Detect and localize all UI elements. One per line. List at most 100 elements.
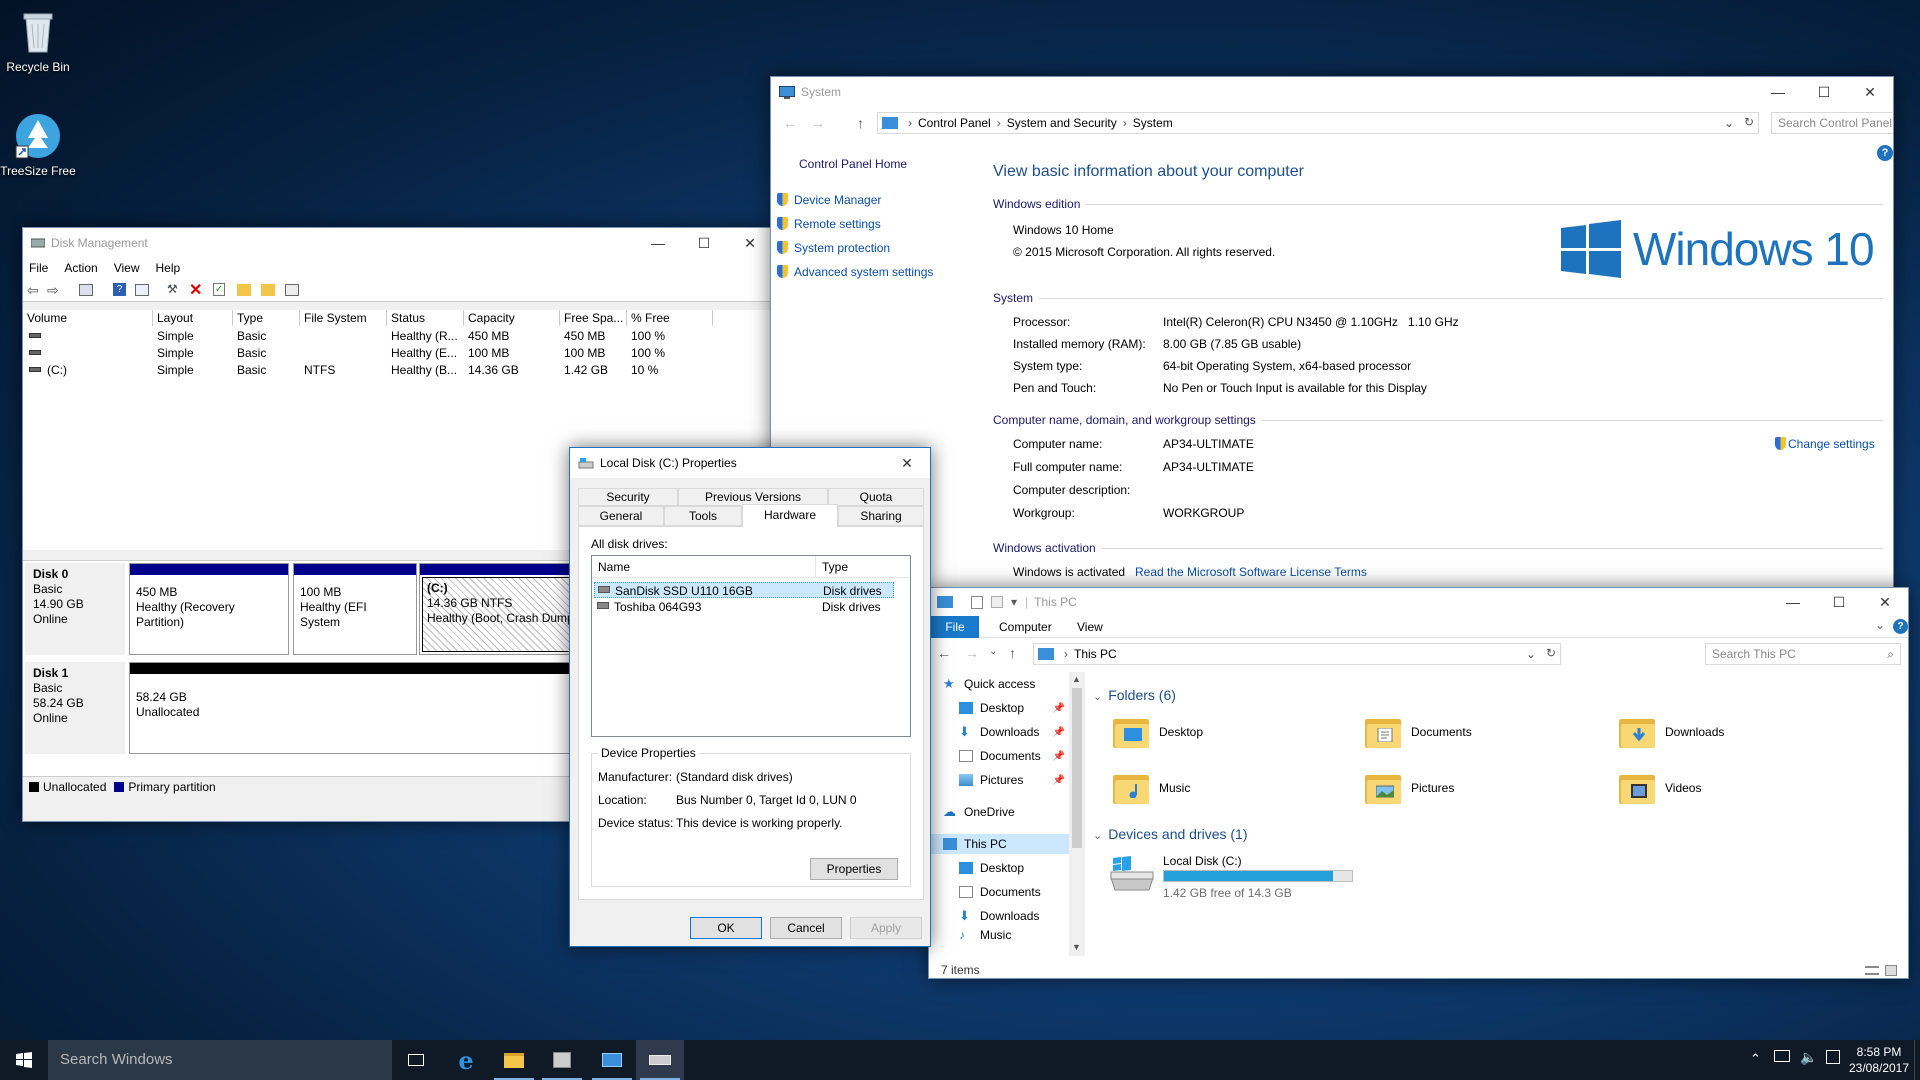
nav-desktop[interactable]: Desktop 📌 [959,698,1069,718]
volume-row[interactable]: (C:) Simple Basic NTFS Healthy (B... 14.36 GB… [23,362,713,379]
nav-pc-downloads[interactable]: ⬇ Downloads [959,906,1039,926]
breadcrumb-system-security[interactable]: System and Security [1007,116,1117,130]
nav-pc-documents[interactable]: Documents [959,882,1041,902]
edge-taskbar-button[interactable]: e [442,1040,490,1080]
forward-arrow-icon[interactable]: → [965,645,979,661]
up-arrow-icon[interactable]: ↑ [857,115,864,131]
show-desktop-button[interactable] [1914,1040,1920,1080]
refresh-icon[interactable]: ↻ [1546,646,1556,660]
col-type[interactable]: Type [233,310,300,326]
minimize-button[interactable]: — [1755,77,1801,107]
disk-management-titlebar[interactable]: Disk Management — ☐ ✕ [23,228,773,258]
back-arrow-icon[interactable]: ← [783,115,797,131]
settings-icon[interactable] [285,284,299,296]
col-file-system[interactable]: File System [300,310,387,326]
help-icon[interactable]: ? [1893,619,1908,634]
close-button[interactable]: ✕ [1847,77,1893,107]
dialog-titlebar[interactable]: Local Disk (C:) Properties ✕ [570,448,930,478]
folder-pictures[interactable]: Pictures [1365,772,1565,812]
properties-button[interactable]: Properties [810,858,898,880]
list-header-type[interactable]: Type [816,556,910,578]
new-folder-quick-icon[interactable] [991,596,1003,608]
ribbon-tab-computer[interactable]: Computer [999,620,1052,634]
task-view-button[interactable] [392,1040,440,1080]
drive-row-toshiba[interactable]: Toshiba 064G93 Disk drives [594,599,894,615]
forward-arrow-icon[interactable]: → [811,115,825,131]
back-arrow-icon[interactable]: ⇦ [27,282,39,299]
breadcrumb-control-panel[interactable]: Control Panel [918,116,991,130]
folder-videos[interactable]: Videos [1619,772,1819,812]
folder-downloads[interactable]: Downloads [1619,716,1819,756]
tab-general[interactable]: General [578,506,664,526]
cancel-button[interactable]: Cancel [770,917,842,939]
address-bar[interactable]: › This PC ⌄ ↻ [1033,643,1561,665]
tab-sharing[interactable]: Sharing [838,506,924,526]
action-center-icon[interactable] [1826,1050,1840,1064]
quick-access-dropdown-icon[interactable]: ▾ [1011,595,1017,609]
search-folder-icon[interactable] [261,284,275,296]
maximize-button[interactable]: ☐ [681,228,727,258]
desktop-icon-treesize[interactable]: TreeSize Free [0,112,76,178]
properties-icon[interactable] [135,284,149,296]
folder-desktop[interactable]: Desktop [1113,716,1313,756]
minimize-button[interactable]: — [635,228,681,258]
file-explorer-taskbar-button[interactable] [490,1040,538,1080]
tab-tools[interactable]: Tools [664,506,742,526]
nav-pc-music[interactable]: ♪ Music [959,928,1011,942]
col-capacity[interactable]: Capacity [464,310,560,326]
check-icon[interactable]: ✓ [213,283,225,296]
advanced-system-settings-link[interactable]: Advanced system settings [777,265,933,279]
nav-onedrive[interactable]: ☁ OneDrive [943,802,1015,822]
search-this-pc[interactable]: Search This PC ⌕ [1705,643,1901,665]
col-percent-free[interactable]: % Free [627,310,713,326]
partition-recovery[interactable]: 450 MB Healthy (Recovery Partition) [129,563,289,655]
disk-0-info[interactable]: Disk 0 Basic 14.90 GB Online [25,563,125,655]
folders-header[interactable]: ⌄ Folders (6) [1093,687,1176,703]
close-button[interactable]: ✕ [1862,588,1908,616]
large-icons-view-icon[interactable] [1885,965,1897,976]
delete-icon[interactable]: ✕ [189,280,202,300]
clock[interactable]: 8:58 PM 23/08/2017 [1844,1044,1914,1076]
close-button[interactable]: ✕ [884,448,930,478]
search-control-panel[interactable]: Search Control Panel ⌕ [1771,112,1893,134]
remote-settings-link[interactable]: Remote settings [777,217,881,231]
menu-view[interactable]: View [114,261,140,275]
store-taskbar-button[interactable] [538,1040,586,1080]
close-button[interactable]: ✕ [727,228,773,258]
col-status[interactable]: Status [387,310,464,326]
nav-documents[interactable]: Documents 📌 [959,746,1069,766]
chevron-down-icon[interactable]: ⌄ [1526,647,1536,661]
maximize-button[interactable]: ☐ [1816,588,1862,616]
properties-quick-icon[interactable] [971,595,983,609]
drive-row-sandisk[interactable]: SanDisk SSD U110 16GB Disk drives [594,582,894,598]
this-pc-titlebar[interactable]: ▾ | This PC — ☐ ✕ [929,588,1908,616]
control-panel-home-link[interactable]: Control Panel Home [799,157,907,171]
help-icon[interactable]: ? [113,283,126,296]
up-arrow-icon[interactable]: ↑ [1009,645,1016,661]
network-icon[interactable] [1774,1050,1790,1062]
back-arrow-icon[interactable]: ← [937,645,951,661]
system-protection-link[interactable]: System protection [777,241,890,255]
forward-arrow-icon[interactable]: ⇨ [47,282,59,299]
pin-icon[interactable]: 📌 [1053,727,1065,738]
chevron-down-icon[interactable]: ⌄ [1724,116,1734,130]
col-layout[interactable]: Layout [153,310,233,326]
pin-icon[interactable]: 📌 [1053,751,1065,762]
pin-icon[interactable]: 📌 [1053,703,1065,714]
change-settings-link[interactable]: Change settings [1775,437,1875,451]
folder-music[interactable]: Music [1113,772,1313,812]
details-view-icon[interactable] [1865,966,1879,975]
pin-icon[interactable]: 📌 [1053,775,1065,786]
scroll-up-icon[interactable]: ▲ [1072,674,1081,684]
scroll-thumb[interactable] [1072,688,1082,848]
menu-file[interactable]: File [29,261,48,275]
col-free-space[interactable]: Free Spa... [560,310,627,326]
folder-documents[interactable]: Documents [1365,716,1565,756]
breadcrumb-system[interactable]: System [1133,116,1173,130]
recent-dropdown-icon[interactable]: ⌄ [989,646,997,657]
menu-action[interactable]: Action [64,261,97,275]
col-volume[interactable]: Volume [23,310,153,326]
volume-icon[interactable]: 🔈 [1800,1049,1817,1066]
ok-button[interactable]: OK [690,917,762,939]
devices-header[interactable]: ⌄ Devices and drives (1) [1093,826,1248,842]
